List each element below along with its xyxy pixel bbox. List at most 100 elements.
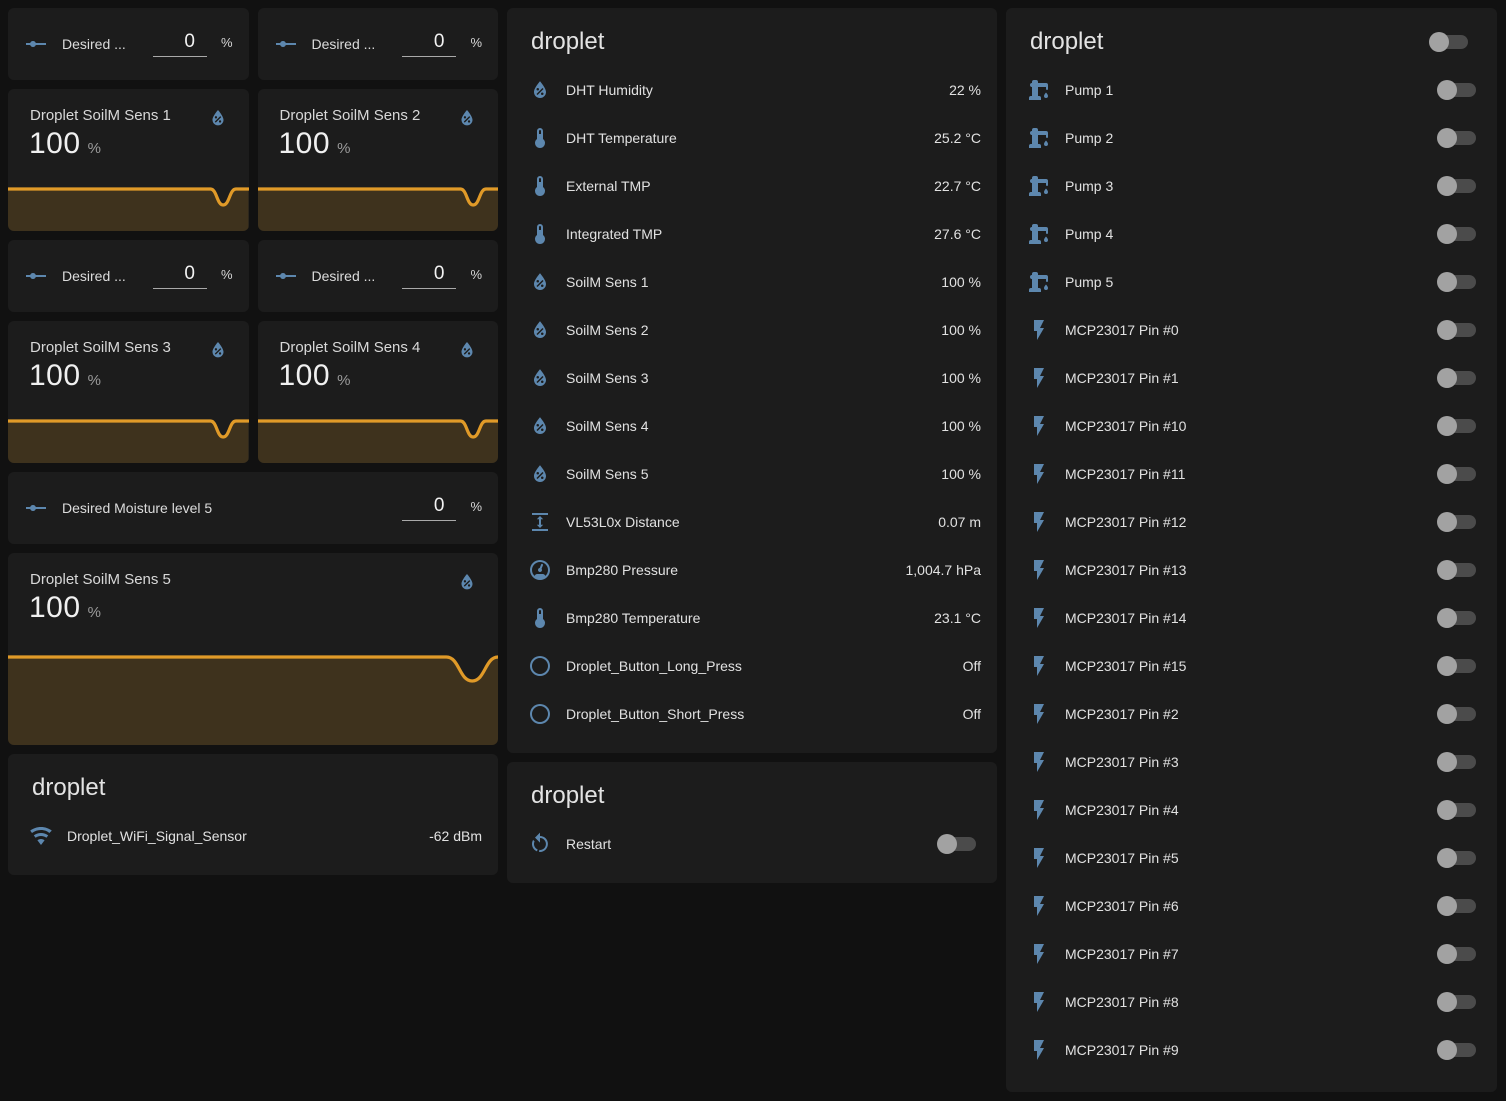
toggle-switch[interactable] (1440, 851, 1476, 865)
entity-row[interactable]: Integrated TMP 27.6 °C (507, 210, 997, 258)
left-column: Desired ... 0 % Desired ... 0 % Droplet … (8, 8, 498, 875)
switch-name: MCP23017 Pin #10 (1065, 418, 1428, 434)
switch-row[interactable]: Pump 3 (1006, 162, 1497, 210)
toggle-switch[interactable] (1440, 803, 1476, 817)
unit-label: % (221, 35, 233, 50)
toggle-switch[interactable] (1440, 227, 1476, 241)
entity-row[interactable]: SoilM Sens 2 100 % (507, 306, 997, 354)
entity-value: 100 % (941, 466, 981, 482)
desired-value-input[interactable]: 0 (402, 495, 456, 521)
toggle-switch[interactable] (1440, 1043, 1476, 1057)
switch-row[interactable]: MCP23017 Pin #14 (1006, 594, 1497, 642)
toggle-switch[interactable] (1440, 659, 1476, 673)
entity-row[interactable]: External TMP 22.7 °C (507, 162, 997, 210)
toggle-switch[interactable] (1440, 947, 1476, 961)
entity-name: SoilM Sens 3 (566, 370, 929, 386)
soil-sensor-card-4[interactable]: Droplet SoilM Sens 4 100 % (258, 321, 499, 463)
entity-row[interactable]: DHT Humidity 22 % (507, 66, 997, 114)
water-percent-icon (528, 78, 552, 102)
switch-row[interactable]: Pump 5 (1006, 258, 1497, 306)
switch-row[interactable]: MCP23017 Pin #11 (1006, 450, 1497, 498)
entity-row[interactable]: Bmp280 Pressure 1,004.7 hPa (507, 546, 997, 594)
toggle-switch[interactable] (1440, 371, 1476, 385)
flash-icon (1027, 894, 1051, 918)
flash-icon (1027, 318, 1051, 342)
entity-value: 0.07 m (938, 514, 981, 530)
ray-vertex-icon (24, 264, 48, 288)
entity-row[interactable]: VL53L0x Distance 0.07 m (507, 498, 997, 546)
switch-row[interactable]: MCP23017 Pin #5 (1006, 834, 1497, 882)
toggle-switch[interactable] (1440, 755, 1476, 769)
toggle-switch[interactable] (1440, 563, 1476, 577)
desired-value-input[interactable]: 0 (153, 31, 207, 57)
switch-row[interactable]: Pump 1 (1006, 66, 1497, 114)
desired-value-input[interactable]: 0 (402, 31, 456, 57)
switch-row[interactable]: MCP23017 Pin #2 (1006, 690, 1497, 738)
switch-row[interactable]: Pump 2 (1006, 114, 1497, 162)
toggle-switch[interactable] (940, 837, 976, 851)
entity-name: External TMP (566, 178, 922, 194)
card-title: droplet (531, 28, 973, 56)
entity-row[interactable]: SoilM Sens 4 100 % (507, 402, 997, 450)
soil-sensor-card-2[interactable]: Droplet SoilM Sens 2 100 % (258, 89, 499, 231)
entity-row[interactable]: Droplet_WiFi_Signal_Sensor -62 dBm (8, 812, 498, 860)
entity-row[interactable]: SoilM Sens 1 100 % (507, 258, 997, 306)
sensor-value: 100 (279, 359, 331, 393)
switch-row[interactable]: MCP23017 Pin #6 (1006, 882, 1497, 930)
card-title: droplet (32, 774, 474, 802)
toggle-switch[interactable] (1440, 515, 1476, 529)
entity-row[interactable]: Droplet_Button_Short_Press Off (507, 690, 997, 738)
desired-value-input[interactable]: 0 (402, 263, 456, 289)
toggle-switch[interactable] (1440, 995, 1476, 1009)
water-pump-icon (1027, 222, 1051, 246)
entity-row[interactable]: Bmp280 Temperature 23.1 °C (507, 594, 997, 642)
toggle-switch[interactable] (1440, 179, 1476, 193)
switch-row[interactable]: MCP23017 Pin #7 (1006, 930, 1497, 978)
toggle-switch[interactable] (1440, 419, 1476, 433)
entity-list: DHT Humidity 22 % DHT Temperature 25.2 °… (507, 66, 997, 738)
toggle-switch[interactable] (1440, 83, 1476, 97)
switch-name: MCP23017 Pin #0 (1065, 322, 1428, 338)
water-percent-icon (528, 270, 552, 294)
flash-icon (1027, 942, 1051, 966)
switch-name: MCP23017 Pin #3 (1065, 754, 1428, 770)
switch-row[interactable]: MCP23017 Pin #15 (1006, 642, 1497, 690)
toggle-switch[interactable] (1440, 899, 1476, 913)
thermometer-icon (528, 606, 552, 630)
flash-icon (1027, 510, 1051, 534)
switch-row[interactable]: Pump 4 (1006, 210, 1497, 258)
entity-value: 100 % (941, 370, 981, 386)
water-percent-icon (456, 571, 478, 593)
switch-row[interactable]: MCP23017 Pin #4 (1006, 786, 1497, 834)
switch-row[interactable]: MCP23017 Pin #8 (1006, 978, 1497, 1026)
sensor-card-title: Droplet SoilM Sens 2 (280, 107, 447, 124)
soil-sensor-card-1[interactable]: Droplet SoilM Sens 1 100 % (8, 89, 249, 231)
water-percent-icon (207, 107, 229, 129)
toggle-switch[interactable] (1440, 611, 1476, 625)
switch-row[interactable]: MCP23017 Pin #13 (1006, 546, 1497, 594)
water-pump-icon (1027, 270, 1051, 294)
switch-row[interactable]: MCP23017 Pin #3 (1006, 738, 1497, 786)
toggle-switch[interactable] (1440, 131, 1476, 145)
toggle-switch[interactable] (1440, 467, 1476, 481)
desired-moisture-card-4: Desired ... 0 % (258, 240, 499, 312)
entity-row[interactable]: DHT Temperature 25.2 °C (507, 114, 997, 162)
desired-value-input[interactable]: 0 (153, 263, 207, 289)
entity-value: 22.7 °C (934, 178, 981, 194)
entity-row[interactable]: Droplet_Button_Long_Press Off (507, 642, 997, 690)
toggle-all-switch[interactable] (1432, 35, 1468, 49)
toggle-switch[interactable] (1440, 275, 1476, 289)
soil-sensor-card-5[interactable]: Droplet SoilM Sens 5 100 % (8, 553, 498, 745)
entity-row[interactable]: SoilM Sens 5 100 % (507, 450, 997, 498)
switch-row[interactable]: MCP23017 Pin #0 (1006, 306, 1497, 354)
switch-row[interactable]: MCP23017 Pin #10 (1006, 402, 1497, 450)
switch-row[interactable]: MCP23017 Pin #9 (1006, 1026, 1497, 1074)
entity-row[interactable]: SoilM Sens 3 100 % (507, 354, 997, 402)
switch-row[interactable]: MCP23017 Pin #12 (1006, 498, 1497, 546)
toggle-switch[interactable] (1440, 323, 1476, 337)
desired-label: Desired ... (62, 36, 139, 52)
toggle-switch[interactable] (1440, 707, 1476, 721)
soil-sensor-card-3[interactable]: Droplet SoilM Sens 3 100 % (8, 321, 249, 463)
entity-row[interactable]: Restart (507, 820, 997, 868)
switch-row[interactable]: MCP23017 Pin #1 (1006, 354, 1497, 402)
